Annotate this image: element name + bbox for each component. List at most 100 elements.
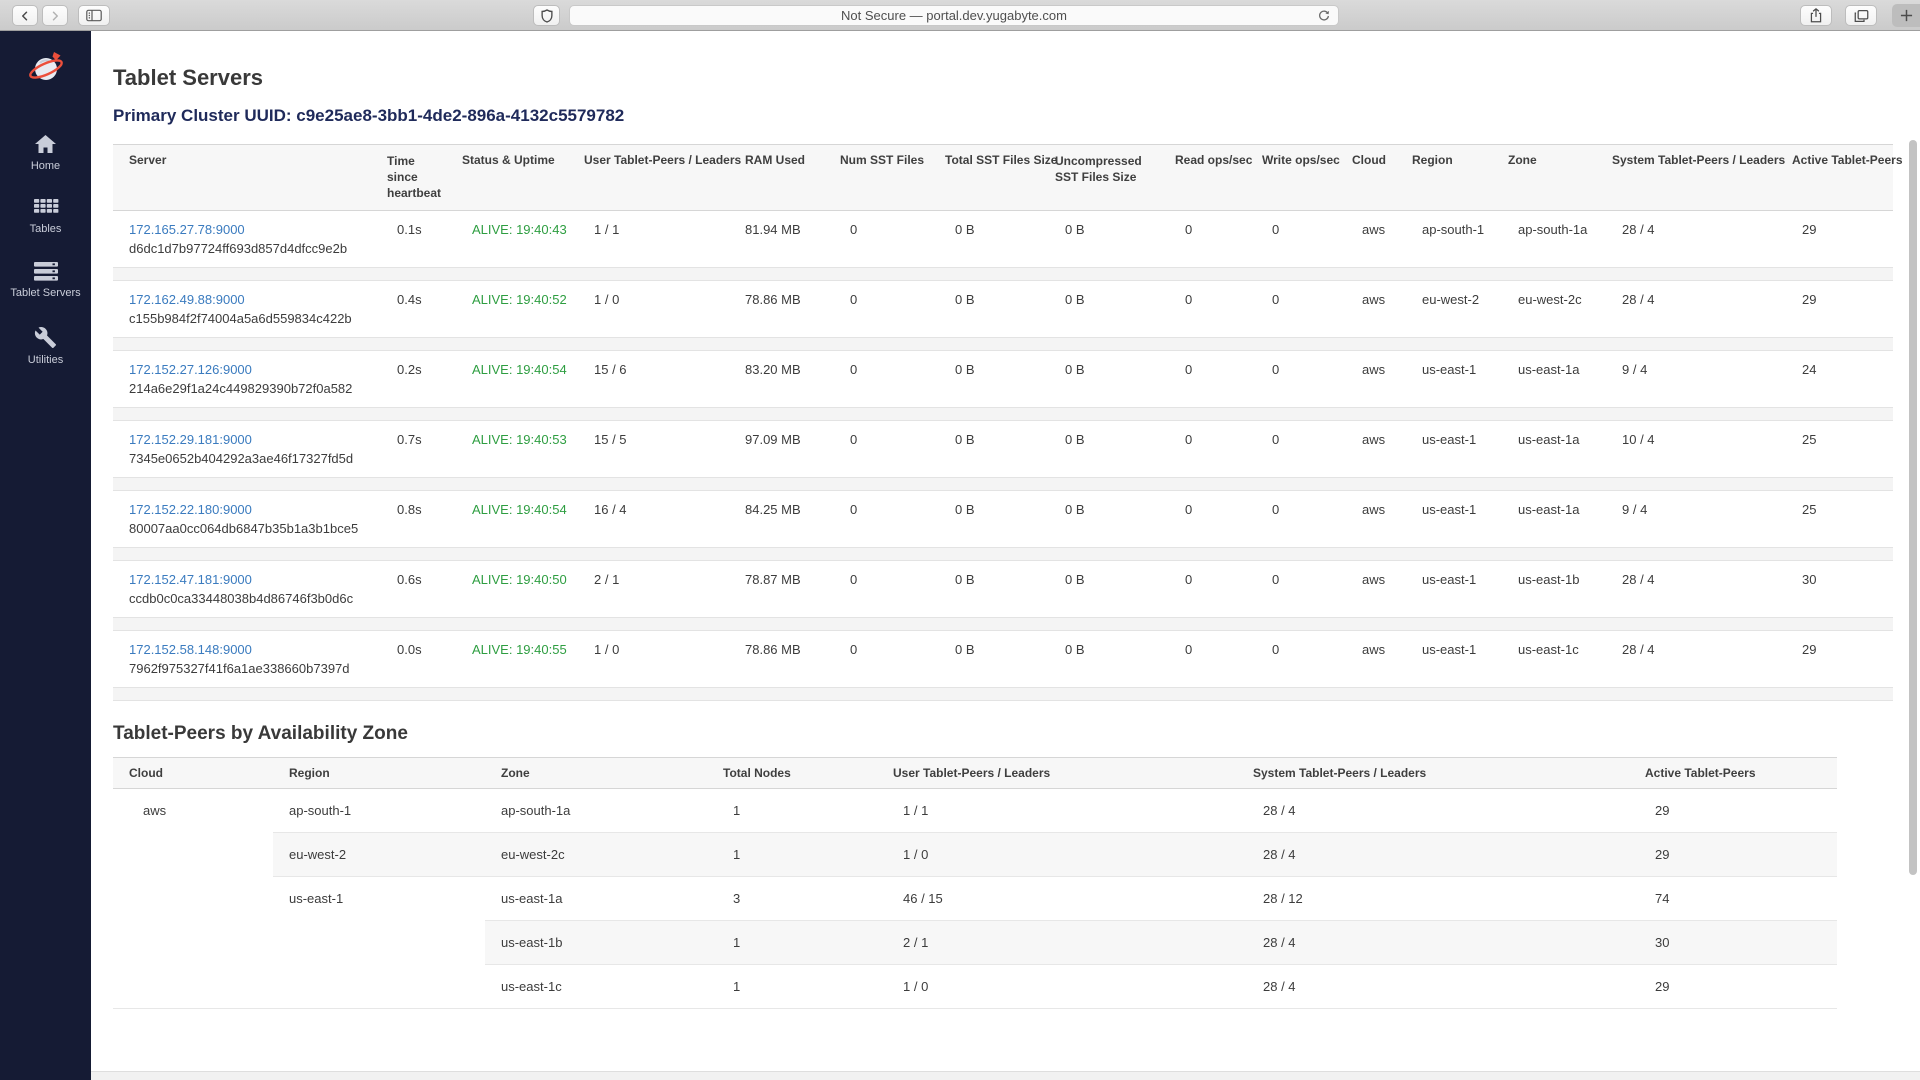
zone-cell: eu-west-2c [1492, 280, 1596, 337]
zone-cell: us-east-1b [1492, 560, 1596, 617]
server-row: 172.152.58.148:9000 7962f975327f41f6a1ae… [113, 630, 1893, 687]
zone-cell: us-east-1c [1492, 630, 1596, 687]
ram-cell: 84.25 MB [729, 490, 824, 547]
sidebar-item-home[interactable]: Home [0, 120, 91, 185]
scrollbar-thumb[interactable] [1909, 140, 1917, 875]
zone-active-peers-cell: 74 [1629, 876, 1837, 920]
num-sst-cell: 0 [824, 350, 929, 407]
total-sst-cell: 0 B [929, 630, 1039, 687]
tabs-overview-button[interactable] [1845, 5, 1877, 26]
tablet-servers-icon [33, 261, 59, 282]
zone-system-peers-cell: 28 / 4 [1237, 920, 1629, 964]
server-uuid: 7345e0652b404292a3ae46f17327fd5d [129, 451, 353, 466]
read-ops-cell: 0 [1159, 490, 1246, 547]
column-header: Num SST Files [824, 145, 929, 211]
zone-user-peers-cell: 1 / 0 [877, 964, 1237, 1008]
row-separator [113, 337, 1893, 350]
back-icon [19, 10, 31, 22]
active-peers-cell: 25 [1776, 420, 1893, 477]
back-button[interactable] [12, 5, 38, 26]
reload-icon[interactable] [1317, 9, 1331, 28]
write-ops-cell: 0 [1246, 210, 1336, 267]
system-peers-cell: 9 / 4 [1596, 350, 1776, 407]
ram-cell: 78.86 MB [729, 630, 824, 687]
page-title: Tablet Servers [113, 65, 1920, 91]
row-separator [113, 477, 1893, 490]
read-ops-cell: 0 [1159, 420, 1246, 477]
read-ops-cell: 0 [1159, 280, 1246, 337]
region-cell: us-east-1 [1396, 420, 1492, 477]
status-cell: ALIVE: 19:40:43 [446, 210, 568, 267]
server-address-link[interactable]: 172.165.27.78:9000 [129, 222, 365, 237]
status-cell: ALIVE: 19:40:50 [446, 560, 568, 617]
zone-active-peers-cell: 29 [1629, 832, 1837, 876]
sidebar-toggle-button[interactable] [78, 5, 110, 26]
zone-zone-cell: us-east-1b [485, 920, 707, 964]
num-sst-cell: 0 [824, 490, 929, 547]
sidebar-item-tablet-servers[interactable]: Tablet Servers [0, 248, 91, 312]
zone-total-nodes-cell: 1 [707, 832, 877, 876]
system-peers-cell: 10 / 4 [1596, 420, 1776, 477]
total-sst-cell: 0 B [929, 420, 1039, 477]
active-peers-cell: 29 [1776, 280, 1893, 337]
zone-cell: us-east-1a [1492, 490, 1596, 547]
share-button[interactable] [1800, 5, 1832, 26]
privacy-shield-button[interactable] [533, 5, 560, 26]
ram-cell: 78.87 MB [729, 560, 824, 617]
zone-user-peers-cell: 46 / 15 [877, 876, 1237, 920]
write-ops-cell: 0 [1246, 420, 1336, 477]
column-header: RAM Used [729, 145, 824, 211]
column-header: Server [113, 145, 371, 211]
zone-total-nodes-cell: 1 [707, 788, 877, 832]
sidebar-item-label: Tables [0, 223, 91, 236]
server-uuid: 80007aa0cc064db6847b35b1a3b1bce5 [129, 521, 358, 536]
region-cell: eu-west-2 [1396, 280, 1492, 337]
server-address-link[interactable]: 172.152.47.181:9000 [129, 572, 365, 587]
address-bar[interactable]: Not Secure — portal.dev.yugabyte.com [569, 5, 1339, 26]
server-address-link[interactable]: 172.162.49.88:9000 [129, 292, 365, 307]
new-tab-button[interactable] [1892, 4, 1920, 27]
forward-button[interactable] [42, 5, 68, 26]
system-peers-cell: 28 / 4 [1596, 210, 1776, 267]
server-address-link[interactable]: 172.152.29.181:9000 [129, 432, 365, 447]
status-cell: ALIVE: 19:40:54 [446, 350, 568, 407]
user-peers-cell: 1 / 0 [568, 630, 729, 687]
cloud-cell: aws [1336, 560, 1396, 617]
zone-cell: us-east-1a [1492, 420, 1596, 477]
server-address-link[interactable]: 172.152.22.180:9000 [129, 502, 365, 517]
read-ops-cell: 0 [1159, 210, 1246, 267]
forward-icon [49, 10, 61, 22]
sidebar-item-utilities[interactable]: Utilities [0, 313, 91, 379]
sidebar-item-tables[interactable]: Tables [0, 185, 91, 248]
num-sst-cell: 0 [824, 280, 929, 337]
active-peers-cell: 30 [1776, 560, 1893, 617]
server-address-link[interactable]: 172.152.58.148:9000 [129, 642, 365, 657]
active-peers-cell: 25 [1776, 490, 1893, 547]
write-ops-cell: 0 [1246, 490, 1336, 547]
region-cell: us-east-1 [1396, 630, 1492, 687]
zone-cell: ap-south-1a [1492, 210, 1596, 267]
server-address-link[interactable]: 172.152.27.126:9000 [129, 362, 365, 377]
column-header: Uncompressed SST Files Size [1039, 145, 1159, 211]
zone-system-peers-cell: 28 / 4 [1237, 788, 1629, 832]
status-cell: ALIVE: 19:40:55 [446, 630, 568, 687]
system-peers-cell: 28 / 4 [1596, 630, 1776, 687]
bottom-strip [91, 1071, 1920, 1080]
server-row: 172.152.47.181:9000 ccdb0c0ca33448038b4d… [113, 560, 1893, 617]
uncompressed-sst-cell: 0 B [1039, 280, 1159, 337]
system-peers-cell: 9 / 4 [1596, 490, 1776, 547]
write-ops-cell: 0 [1246, 350, 1336, 407]
column-header: User Tablet-Peers / Leaders [568, 145, 729, 211]
server-uuid: d6dc1d7b97724ff693d857d4dfcc9e2b [129, 241, 347, 256]
zone-active-peers-cell: 29 [1629, 964, 1837, 1008]
write-ops-cell: 0 [1246, 630, 1336, 687]
main-content: Tablet Servers Primary Cluster UUID: c9e… [91, 31, 1920, 1080]
column-header: Time since heartbeat [371, 145, 446, 211]
zone-region-cell: eu-west-2 [273, 832, 485, 876]
column-header: Region [273, 757, 485, 788]
column-header: Total SST Files Size [929, 145, 1039, 211]
servers-table-header-row: Server Time since heartbeat Status & Upt… [113, 145, 1893, 211]
zone-active-peers-cell: 29 [1629, 788, 1837, 832]
region-cell: ap-south-1 [1396, 210, 1492, 267]
user-peers-cell: 15 / 6 [568, 350, 729, 407]
